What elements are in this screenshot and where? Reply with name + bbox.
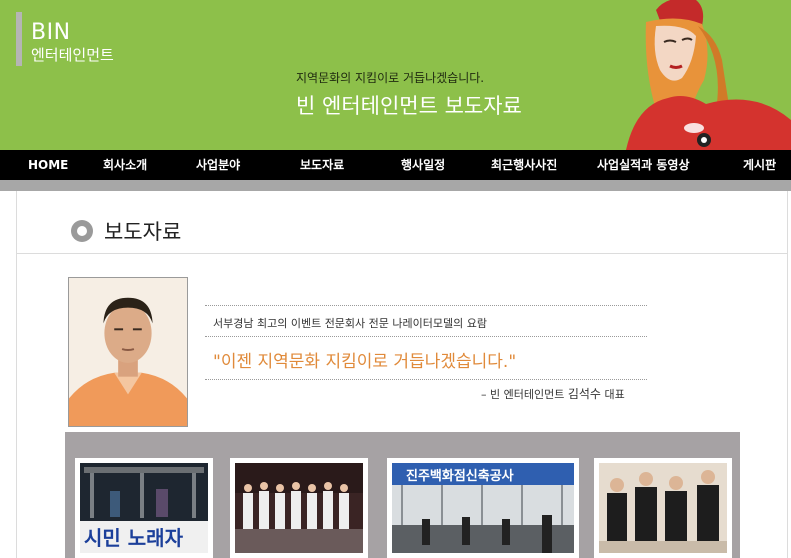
- stage-event-image: 시민 노래자: [80, 463, 208, 553]
- stage-banner-text: 시민 노래자: [84, 526, 184, 550]
- construction-sign-text: 진주백화점신축공사: [406, 468, 514, 484]
- circle-bullet-icon: [71, 220, 93, 242]
- divider-dotted-middle: [205, 336, 647, 337]
- gallery-photo-2[interactable]: [230, 458, 368, 558]
- signature-company: – 빈 엔터테인먼트: [481, 388, 565, 401]
- logo-text[interactable]: BIN: [31, 20, 71, 45]
- logo-subtext[interactable]: 엔터테인먼트: [31, 44, 114, 65]
- header-title: 빈 엔터테인먼트 보도자료: [296, 94, 522, 118]
- ceo-portrait: [68, 277, 188, 427]
- gallery-photo-3[interactable]: 진주백화점신축공사: [387, 458, 579, 558]
- nav-performance-videos[interactable]: 사업실적과 동영상: [597, 150, 690, 180]
- page-title: 보도자료: [104, 220, 182, 244]
- nav-business-areas[interactable]: 사업분야: [196, 150, 240, 180]
- main-nav: HOME 회사소개 사업분야 보도자료 행사일정 최근행사사진 사업실적과 동영…: [0, 150, 791, 180]
- nav-recent-event-photos[interactable]: 최근행사사진: [491, 150, 557, 180]
- press-photo-gallery: 시민 노래자 진주백화점신축공사: [65, 432, 740, 558]
- signature-name: 김석수: [567, 387, 601, 401]
- signature-title: 대표: [604, 388, 625, 401]
- gallery-photo-4[interactable]: [594, 458, 732, 558]
- construction-ceremony-image: 진주백화점신축공사: [392, 463, 574, 553]
- models-lineup-image: [235, 463, 363, 553]
- nav-underbar: [0, 180, 791, 191]
- gallery-photo-1[interactable]: 시민 노래자: [75, 458, 213, 558]
- nav-home[interactable]: HOME: [28, 150, 68, 180]
- motto-quote: "이젠 지역문화 지킴이로 거듭나겠습니다.": [213, 352, 517, 372]
- nav-company-intro[interactable]: 회사소개: [103, 150, 147, 180]
- divider-dotted-bottom: [205, 379, 647, 380]
- nav-event-schedule[interactable]: 행사일정: [401, 150, 445, 180]
- group-photo-image: [599, 463, 727, 553]
- nav-press-releases[interactable]: 보도자료: [300, 150, 344, 180]
- header-banner: BIN 엔터테인먼트 지역문화의 지킴이로 거듭나겠습니다. 빈 엔터테인먼트 …: [0, 0, 791, 150]
- content-panel: 보도자료 서부경남 최고의 이벤트 전문회사 전문 나레이터모델의 요람 "이젠…: [16, 191, 788, 558]
- signature: – 빈 엔터테인먼트 김석수 대표: [481, 385, 625, 402]
- logo-bar: [16, 12, 22, 66]
- page: BIN 엔터테인먼트 지역문화의 지킴이로 거듭나겠습니다. 빈 엔터테인먼트 …: [0, 0, 791, 558]
- woman-illustration: [626, 0, 791, 150]
- nav-board[interactable]: 게시판: [743, 150, 776, 180]
- header-tagline: 지역문화의 지킴이로 거듭나겠습니다.: [296, 71, 485, 85]
- company-description: 서부경남 최고의 이벤트 전문회사 전문 나레이터모델의 요람: [213, 317, 487, 330]
- title-row: 보도자료: [17, 191, 787, 254]
- divider-dotted-top: [205, 305, 647, 306]
